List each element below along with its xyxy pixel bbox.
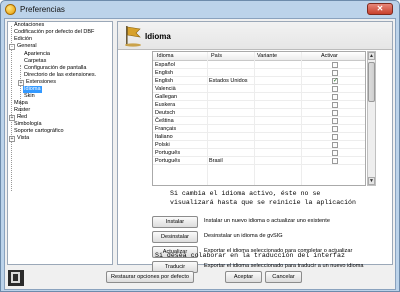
app-icon: [5, 4, 16, 15]
window-title: Preferencias: [20, 5, 65, 14]
restore-defaults-button[interactable]: Restaurar opciones por defecto: [106, 271, 194, 283]
tree-connector: [11, 26, 12, 191]
activate-checkbox[interactable]: [332, 118, 338, 124]
languages-table[interactable]: Idioma País Variante Activar Español Engl…: [152, 51, 366, 186]
tree-item-general[interactable]: General: [17, 43, 37, 50]
tree-item-soporte-cartografico[interactable]: Soporte cartográfico: [14, 128, 64, 135]
cell-idioma: Deutsch: [155, 110, 176, 116]
tree-item-anotaciones[interactable]: Anotaciones: [14, 22, 44, 29]
cell-idioma: Euskera: [155, 102, 176, 108]
uninstall-button[interactable]: Desinstalar: [152, 231, 198, 243]
tree-item-directorio-extensiones[interactable]: Directorio de las extensiones.: [24, 72, 96, 79]
table-row[interactable]: Gallegan: [153, 93, 365, 101]
column-header-variante[interactable]: Variante: [257, 53, 277, 59]
gvsig-logo-icon: [8, 270, 24, 286]
language-flag-icon: [125, 26, 141, 47]
cell-idioma: Valencià: [155, 86, 176, 92]
accept-button[interactable]: Aceptar: [225, 271, 262, 283]
tree-item-carpetas[interactable]: Carpetas: [24, 58, 46, 65]
table-row[interactable]: Valencià: [153, 85, 365, 93]
cell-idioma: Português: [155, 150, 181, 156]
table-row[interactable]: Italiano: [153, 133, 365, 141]
table-row[interactable]: English Estados Unidos ✓: [153, 77, 365, 85]
activate-checkbox[interactable]: ✓: [332, 78, 338, 84]
column-header-pais[interactable]: País: [211, 53, 222, 59]
activate-checkbox[interactable]: [332, 158, 338, 164]
table-row[interactable]: English: [153, 69, 365, 77]
notice-line-1: Si cambia el idioma activo, éste no se: [170, 190, 321, 197]
cell-idioma: Gallegan: [155, 94, 178, 100]
table-row[interactable]: Français: [153, 125, 365, 133]
activate-checkbox[interactable]: [332, 126, 338, 132]
table-header: Idioma País Variante Activar: [153, 52, 365, 61]
collapse-icon[interactable]: -: [9, 44, 15, 50]
activate-checkbox[interactable]: [332, 86, 338, 92]
expand-icon[interactable]: +: [9, 136, 15, 142]
language-panel: Idioma Idioma País Variante Activar Espa…: [117, 21, 393, 273]
tree-item-skin[interactable]: Skin: [24, 93, 35, 100]
tree-item-simbologia[interactable]: Simbología: [14, 121, 42, 128]
tree-item-idioma[interactable]: Idioma: [23, 86, 42, 93]
activate-checkbox[interactable]: [332, 62, 338, 68]
cell-idioma: Português: [155, 158, 181, 164]
uninstall-description: Desinstalar un idioma de gvSIG: [204, 233, 283, 239]
cell-idioma: Español: [155, 62, 175, 68]
cell-idioma: English: [155, 70, 174, 76]
table-row[interactable]: Español: [153, 61, 365, 69]
table-row[interactable]: Euskera: [153, 101, 365, 109]
scroll-thumb[interactable]: [368, 62, 375, 102]
tree-item-vista[interactable]: Vista: [17, 135, 29, 142]
cell-idioma: Polski: [155, 142, 170, 148]
activate-checkbox[interactable]: [332, 110, 338, 116]
tree-item-raster[interactable]: Raster: [14, 107, 30, 114]
table-scrollbar[interactable]: ▲ ▼: [367, 51, 376, 186]
cell-pais: Estados Unidos: [209, 78, 248, 84]
scroll-up-icon[interactable]: ▲: [368, 52, 375, 60]
activate-checkbox[interactable]: [332, 94, 338, 100]
table-row[interactable]: Deutsch: [153, 109, 365, 117]
tree-item-configuracion-pantalla[interactable]: Configuración de pantalla: [24, 65, 86, 72]
table-row[interactable]: Polski: [153, 141, 365, 149]
install-description: Instalar un nuevo idioma o actualizar un…: [204, 218, 330, 224]
collaborate-text: Si desea colaborar en la traducción del …: [155, 252, 345, 259]
table-row[interactable]: Čeština: [153, 117, 365, 125]
tree-item-codificacion[interactable]: Codificación por defecto del DBF: [14, 29, 94, 36]
column-header-activar[interactable]: Activar: [321, 53, 338, 59]
title-bar[interactable]: Preferencias ✕: [1, 1, 399, 18]
panel-title: Idioma: [145, 32, 171, 41]
table-row[interactable]: Português: [153, 149, 365, 157]
activate-checkbox[interactable]: [332, 70, 338, 76]
activate-checkbox[interactable]: [332, 102, 338, 108]
preferences-window: Preferencias ✕ Anotaciones Codificación …: [0, 0, 400, 292]
cell-idioma: Italiano: [155, 134, 173, 140]
cell-idioma: Čeština: [155, 118, 174, 124]
notice-line-2: visualizará hasta que se reinicie la apl…: [170, 199, 356, 206]
cancel-button[interactable]: Cancelar: [265, 271, 302, 283]
activate-checkbox[interactable]: [332, 150, 338, 156]
close-button[interactable]: ✕: [367, 3, 393, 15]
scroll-down-icon[interactable]: ▼: [368, 177, 375, 185]
tree-item-red[interactable]: Red: [17, 114, 27, 121]
tree-item-mapa[interactable]: Mapa: [14, 100, 28, 107]
cell-pais: Brasil: [209, 158, 223, 164]
tree-item-edicion[interactable]: Edición: [14, 36, 32, 43]
tree-item-apariencia[interactable]: Apariencia: [24, 51, 50, 58]
cell-idioma: English: [155, 78, 174, 84]
activate-checkbox[interactable]: [332, 134, 338, 140]
dialog-footer: Restaurar opciones por defecto Aceptar C…: [5, 267, 395, 289]
panel-header: Idioma: [118, 22, 392, 50]
cell-idioma: Français: [155, 126, 177, 132]
install-button[interactable]: Instalar: [152, 216, 198, 228]
table-row[interactable]: Português Brasil: [153, 157, 365, 165]
activate-checkbox[interactable]: [332, 142, 338, 148]
column-header-idioma[interactable]: Idioma: [157, 53, 174, 59]
tree-item-extensiones[interactable]: Extensiones: [26, 79, 56, 86]
dialog-body: Anotaciones Codificación por defecto del…: [4, 18, 396, 290]
preferences-tree[interactable]: Anotaciones Codificación por defecto del…: [7, 21, 113, 265]
